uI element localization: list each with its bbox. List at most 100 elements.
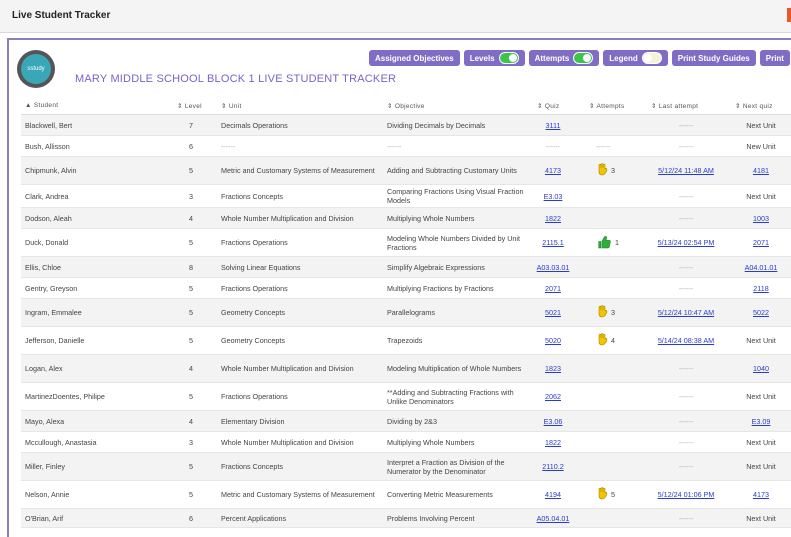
- quiz-link[interactable]: E3.06: [531, 411, 575, 431]
- quiz-link-text[interactable]: 2071: [545, 284, 561, 293]
- last-attempt[interactable]: 5/13/24 02:54 PM: [651, 229, 721, 256]
- quiz-link-text[interactable]: 2115.1: [542, 238, 563, 247]
- last-attempt[interactable]: 5/12/24 10:47 AM: [651, 299, 721, 326]
- legend-toggle-button[interactable]: Legend: [603, 50, 668, 66]
- quiz-link[interactable]: 5021: [531, 299, 575, 326]
- quiz-link[interactable]: 2110.2: [531, 453, 575, 480]
- quiz-link-text[interactable]: 4194: [545, 490, 561, 499]
- next-quiz[interactable]: 4181: [733, 157, 789, 184]
- quiz-link[interactable]: 1822: [531, 432, 575, 452]
- quiz-link-text[interactable]: 1823: [545, 364, 561, 373]
- last-attempt-text: ------: [678, 283, 694, 293]
- last-attempt-text[interactable]: 5/12/24 01:06 PM: [658, 490, 715, 499]
- last-attempt-text[interactable]: 5/12/24 10:47 AM: [658, 308, 714, 317]
- quiz-link-text[interactable]: E3.03: [544, 192, 563, 201]
- next-quiz[interactable]: 2071: [733, 229, 789, 256]
- quiz-link: ------: [531, 136, 575, 156]
- next-quiz-text[interactable]: 1040: [753, 364, 769, 373]
- levels-toggle-button[interactable]: Levels: [463, 50, 525, 66]
- quiz-link[interactable]: 3111: [531, 115, 575, 135]
- raised-hand-icon: [596, 333, 611, 348]
- quiz-link-text[interactable]: A05.04.01: [537, 514, 570, 523]
- next-quiz[interactable]: 1003: [733, 208, 789, 228]
- student-name: Mayo, Alexa: [25, 411, 165, 431]
- next-quiz[interactable]: 5022: [733, 299, 789, 326]
- quiz-link[interactable]: 2115.1: [531, 229, 575, 256]
- print-study-guides-button[interactable]: Print Study Guides: [671, 50, 756, 66]
- last-attempt-text[interactable]: 5/14/24 08:38 AM: [658, 336, 714, 345]
- col-last-attempt[interactable]: ⇕ Last attempt: [651, 102, 698, 110]
- quiz-link-text[interactable]: 5020: [545, 336, 561, 345]
- quiz-link[interactable]: E3.03: [531, 185, 575, 207]
- attempts-cell: 1: [596, 229, 646, 256]
- quiz-link[interactable]: 1823: [531, 355, 575, 382]
- quiz-link[interactable]: 2062: [531, 383, 575, 410]
- unit-name-text: Fractions Concepts: [221, 191, 283, 201]
- quiz-link-text[interactable]: 2062: [545, 392, 561, 401]
- unit-name: Geometry Concepts: [221, 299, 376, 326]
- objective-name: **Adding and Subtracting Fractions with …: [387, 383, 527, 410]
- quiz-link-text[interactable]: E3.06: [544, 417, 563, 426]
- next-quiz-text[interactable]: 4181: [753, 166, 769, 175]
- next-quiz-text[interactable]: 2118: [753, 284, 768, 293]
- student-name: Ingram, Emmalee: [25, 299, 165, 326]
- last-attempt-text[interactable]: 5/12/24 11:48 AM: [658, 166, 714, 175]
- student-level: 5: [181, 327, 201, 354]
- next-quiz-text[interactable]: E3.09: [752, 417, 771, 426]
- col-unit[interactable]: ⇕ Unit: [221, 102, 242, 110]
- last-attempt[interactable]: 5/12/24 11:48 AM: [651, 157, 721, 184]
- quiz-link-text[interactable]: 4173: [545, 166, 561, 175]
- col-next-quiz[interactable]: ⇕ Next quiz: [735, 102, 773, 110]
- next-quiz[interactable]: E3.09: [733, 411, 789, 431]
- next-quiz[interactable]: 1040: [733, 355, 789, 382]
- student-level: 5: [181, 453, 201, 480]
- quiz-link[interactable]: A05.04.01: [531, 509, 575, 527]
- student-level: 4: [181, 208, 201, 228]
- quiz-link[interactable]: 4194: [531, 481, 575, 508]
- objective-name-text: Simplify Algebraic Expressions: [387, 262, 485, 272]
- table-row: Jefferson, Danielle 5 Geometry Concepts Tra…: [21, 327, 791, 355]
- assigned-objectives-button[interactable]: Assigned Objectives: [369, 50, 460, 66]
- next-quiz-text[interactable]: 5022: [753, 308, 769, 317]
- next-quiz[interactable]: 2118: [733, 278, 789, 298]
- attempts-cell: [596, 453, 646, 480]
- legend-toggle[interactable]: [641, 52, 662, 64]
- last-attempt-text[interactable]: 5/13/24 02:54 PM: [658, 238, 715, 247]
- last-attempt[interactable]: 5/14/24 08:38 AM: [651, 327, 721, 354]
- window-close-edge[interactable]: [787, 8, 791, 22]
- objective-name: Multiplying Whole Numbers: [387, 432, 527, 452]
- attempts-toggle-button[interactable]: Attempts: [528, 50, 600, 66]
- print-button[interactable]: Print: [759, 50, 790, 66]
- quiz-link[interactable]: 1822: [531, 208, 575, 228]
- next-quiz[interactable]: 4173: [733, 481, 789, 508]
- quiz-link-text[interactable]: 2110.2: [542, 462, 563, 471]
- quiz-link-text[interactable]: A03.03.01: [537, 263, 570, 272]
- col-level[interactable]: ⇕ Level: [177, 102, 202, 110]
- quiz-link-text[interactable]: 1822: [545, 438, 561, 447]
- next-quiz-text[interactable]: A04.01.01: [745, 263, 778, 272]
- student-name-text: Bush, Allisson: [25, 141, 70, 151]
- quiz-link[interactable]: 5020: [531, 327, 575, 354]
- last-attempt-text: ------: [678, 213, 694, 223]
- student-level: 5: [181, 278, 201, 298]
- quiz-link[interactable]: 4173: [531, 157, 575, 184]
- quiz-link-text[interactable]: 1822: [545, 214, 561, 223]
- quiz-link-text[interactable]: 5021: [545, 308, 561, 317]
- col-attempts[interactable]: ⇕ Attempts: [589, 102, 625, 110]
- quiz-link[interactable]: 2071: [531, 278, 575, 298]
- student-name: O'Brian, Arif: [25, 509, 165, 527]
- next-quiz[interactable]: A04.01.01: [733, 257, 789, 277]
- next-quiz-text[interactable]: 2071: [753, 238, 769, 247]
- quiz-link[interactable]: A03.03.01: [531, 257, 575, 277]
- last-attempt[interactable]: 5/12/24 01:06 PM: [651, 481, 721, 508]
- col-objective[interactable]: ⇕ Objective: [387, 102, 425, 110]
- quiz-link-text[interactable]: 3111: [546, 121, 561, 130]
- col-quiz[interactable]: ⇕ Quiz: [537, 102, 559, 110]
- table-row: O'Brian, Arif 6 Percent Applications Proble…: [21, 509, 791, 528]
- levels-toggle[interactable]: [498, 52, 519, 64]
- col-student[interactable]: ▲ Student: [25, 102, 58, 109]
- attempts-count: 4: [611, 336, 615, 345]
- next-quiz-text[interactable]: 1003: [753, 214, 769, 223]
- attempts-toggle[interactable]: [573, 52, 594, 64]
- next-quiz-text[interactable]: 4173: [753, 490, 769, 499]
